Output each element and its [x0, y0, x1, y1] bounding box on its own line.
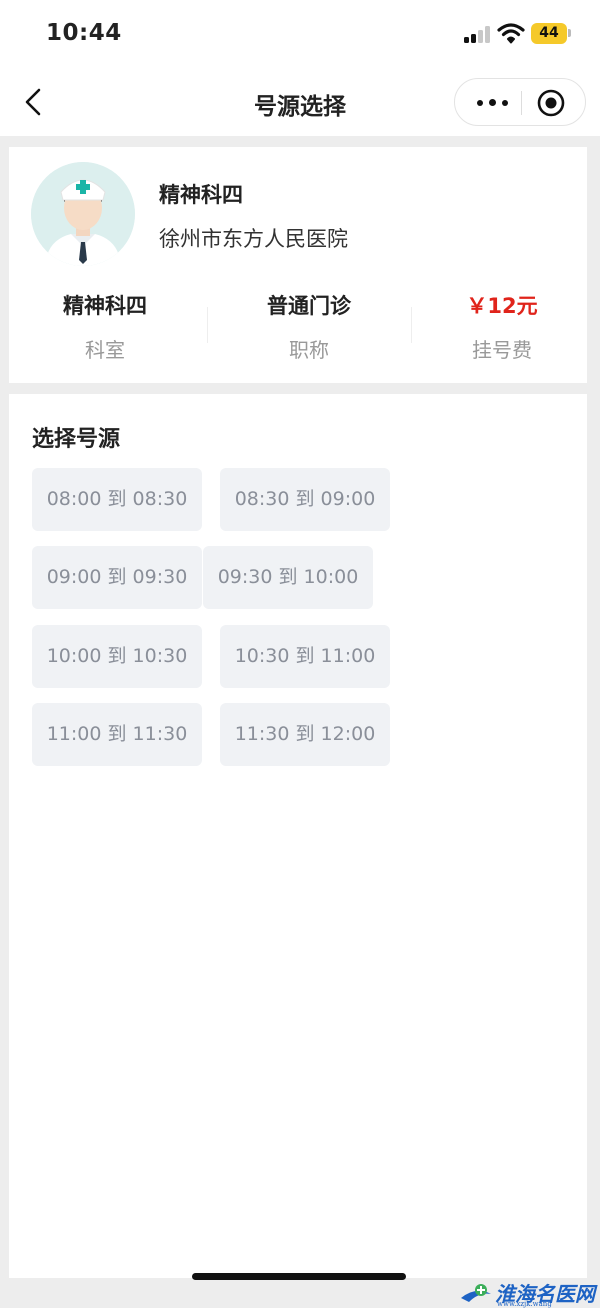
battery-tip: [568, 29, 571, 37]
doctor-avatar: [31, 162, 135, 266]
info-fee: ￥12元 挂号费: [406, 290, 598, 363]
time-slot-button[interactable]: 09:00 到 09:30: [32, 546, 202, 609]
status-bar: 10:44 44: [0, 0, 600, 70]
back-icon[interactable]: [14, 82, 54, 122]
watermark-url: www.xzjk.wang: [497, 1300, 552, 1308]
home-indicator[interactable]: [192, 1273, 406, 1280]
department-value: 精神科四: [63, 294, 147, 318]
time-slot-button[interactable]: 09:30 到 10:00: [203, 546, 373, 609]
doctor-card: 精神科四 徐州市东方人民医院 精神科四 科室 普通门诊 职称 ￥12元 挂号费: [9, 147, 587, 383]
title-label: 职称: [289, 338, 329, 362]
slot-card: 选择号源 08:00 到 08:30 08:30 到 09:00 09:00 到…: [9, 394, 587, 1278]
time-slot-button[interactable]: 08:30 到 09:00: [220, 468, 390, 531]
department-label: 科室: [85, 338, 125, 362]
wifi-icon: [497, 23, 525, 44]
info-title: 普通门诊 职称: [213, 290, 405, 363]
fee-value: ￥12元: [466, 294, 538, 318]
fee-label: 挂号费: [472, 338, 532, 362]
section-title: 选择号源: [32, 427, 121, 452]
close-icon[interactable]: [535, 87, 567, 119]
time-slot-button[interactable]: 08:00 到 08:30: [32, 468, 202, 531]
time-slot-button[interactable]: 11:00 到 11:30: [32, 703, 202, 766]
time-slot-button[interactable]: 11:30 到 12:00: [220, 703, 390, 766]
nav-bar: 号源选择: [0, 70, 600, 136]
hospital-name: 徐州市东方人民医院: [159, 227, 348, 251]
capsule-divider: [521, 91, 522, 115]
more-icon[interactable]: [465, 79, 519, 125]
info-department: 精神科四 科室: [9, 290, 201, 363]
time-slot-button[interactable]: 10:30 到 11:00: [220, 625, 390, 688]
status-time: 10:44: [46, 20, 122, 46]
battery-icon: 44: [531, 23, 567, 44]
watermark-logo-icon: [461, 1284, 491, 1302]
doctor-name: 精神科四: [159, 183, 243, 207]
mini-program-capsule: [454, 78, 586, 126]
watermark: 淮海名医网 www.xzjk.wang: [455, 1278, 600, 1308]
time-slot-button[interactable]: 10:00 到 10:30: [32, 625, 202, 688]
cellular-signal-icon: [464, 26, 490, 43]
title-value: 普通门诊: [267, 294, 351, 318]
info-divider: [207, 307, 208, 343]
